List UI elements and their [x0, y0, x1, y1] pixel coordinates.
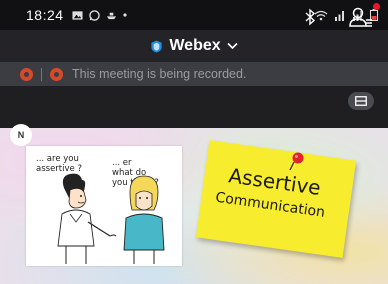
status-bar: 18:24 — [0, 0, 388, 30]
presenter-avatar[interactable]: N — [10, 124, 32, 146]
meeting-header: Webex — [0, 30, 388, 62]
webex-logo-icon — [151, 39, 162, 53]
cartoon-image: ... are you assertive ? ... er what do y… — [26, 146, 182, 266]
recording-message: This meeting is being recorded. — [72, 67, 247, 81]
participants-button[interactable] — [348, 6, 374, 33]
pushpin-icon — [289, 152, 304, 171]
layout-icon — [355, 96, 367, 106]
chevron-down-icon — [227, 42, 238, 50]
status-time: 18:24 — [26, 7, 64, 23]
recording-status-icon — [50, 67, 63, 81]
layout-toggle-button[interactable] — [348, 92, 374, 110]
recording-banner: This meeting is being recorded. — [0, 62, 388, 86]
wifi-icon — [314, 10, 328, 20]
gallery-icon — [72, 10, 83, 20]
signal-icon — [335, 10, 344, 21]
bluetooth-icon[interactable] — [304, 8, 316, 26]
app-name: Webex — [169, 37, 221, 54]
boat-icon — [106, 12, 116, 19]
cartoon-figures — [57, 173, 165, 264]
video-strip — [0, 86, 388, 128]
whatsapp-icon — [88, 9, 100, 21]
notification-icons — [72, 9, 127, 21]
divider — [41, 67, 42, 81]
notification-dot — [373, 3, 380, 10]
app-switcher[interactable]: Webex — [150, 37, 238, 55]
dot-icon — [122, 13, 127, 17]
participants-icon — [349, 7, 372, 27]
sticky-note: Assertive Communication — [195, 140, 357, 258]
recording-icon — [20, 67, 33, 81]
